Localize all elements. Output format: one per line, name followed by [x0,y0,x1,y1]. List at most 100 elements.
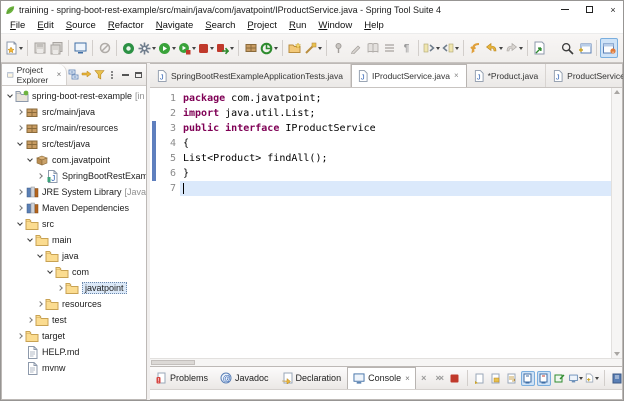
run-button[interactable] [157,38,177,58]
tab-problems[interactable]: ! Problems [150,367,214,389]
stop-dropdown[interactable] [210,46,214,50]
chevron-expanded-icon[interactable] [25,236,35,242]
code-line-1[interactable]: package com.javatpoint; [180,91,611,106]
previous-annotation-button[interactable] [441,38,460,58]
back-history-dropdown[interactable] [499,46,503,50]
tree-item-com-javatpoint-package[interactable]: com.javatpoint [2,152,146,168]
code-line-3[interactable]: public interface IProductService [180,121,611,136]
relaunch-dropdown[interactable] [230,46,234,50]
filter-funnel-button[interactable] [93,68,105,82]
new-wizard-dropdown[interactable] [19,46,23,50]
menu-project[interactable]: Project [241,19,283,32]
forward-history-dropdown[interactable] [519,46,523,50]
show-whitespace-button[interactable]: ¶ [398,38,415,58]
close-view-icon[interactable]: × [57,70,62,79]
stop-button[interactable] [197,38,215,58]
open-console-button[interactable] [72,38,89,58]
chevron-collapsed-icon[interactable] [15,109,25,115]
chevron-collapsed-icon[interactable] [35,301,45,307]
java-perspective-button[interactable] [600,38,618,58]
tree-item-src-main-java[interactable]: src/main/java [2,104,146,120]
debug-dropdown[interactable] [152,46,156,50]
next-annotation-button[interactable] [422,38,441,58]
window-maximize-button[interactable] [584,5,594,15]
chevron-expanded-icon[interactable] [35,252,45,258]
tree-item-help-md[interactable]: HELP.md [2,344,146,360]
open-console-dropdown[interactable] [594,376,599,380]
open-task-wizard-button[interactable] [286,38,303,58]
remove-all-launches-button[interactable]: ×× [432,371,446,386]
chevron-collapsed-icon[interactable] [15,333,25,339]
run-dropdown[interactable] [172,46,176,50]
chevron-collapsed-icon[interactable] [15,189,25,195]
search-icon[interactable] [559,38,576,58]
scrollbar-thumb[interactable] [151,360,195,365]
code-lines[interactable]: package com.javatpoint; import java.util… [180,88,611,358]
chevron-collapsed-icon[interactable] [25,317,35,323]
code-line-7-current[interactable] [180,181,611,196]
tree-item-resources-folder[interactable]: resources [2,296,146,312]
chevron-collapsed-icon[interactable] [15,125,25,131]
tree-item-test-folder[interactable]: test [2,312,146,328]
tab-iproductservice[interactable]: J IProductService.java × [350,64,467,87]
scroll-lock-button[interactable] [489,371,503,386]
tree-item-com-folder[interactable]: com [2,264,146,280]
menu-help[interactable]: Help [358,19,390,32]
tree-item-target-folder[interactable]: target [2,328,146,344]
chevron-expanded-icon[interactable] [25,156,35,162]
save-button[interactable] [31,38,48,58]
tree-item-src-folder[interactable]: src [2,216,146,232]
javadoc-wand-dropdown[interactable] [318,46,322,50]
display-console-button[interactable] [569,371,583,386]
tree-item-test-class[interactable]: J SpringBootRestExampleApplicationTests.… [2,168,146,184]
link-with-editor-button[interactable] [80,68,92,82]
open-type-button[interactable] [531,38,548,58]
chevron-expanded-icon[interactable] [15,220,25,226]
show-whitespace-list-button[interactable] [381,38,398,58]
tab-test-class[interactable]: J SpringBootRestExampleApplicationTests.… [150,64,351,87]
tree-item-src-main-resources[interactable]: src/main/resources [2,120,146,136]
relaunch-button[interactable] [215,38,235,58]
chevron-expanded-icon[interactable] [15,140,25,146]
scroll-up-icon[interactable] [614,90,620,94]
new-wizard-button[interactable] [4,38,24,58]
save-all-button[interactable] [48,38,65,58]
menu-source[interactable]: Source [60,19,102,32]
code-line-2[interactable]: import java.util.List; [180,106,611,121]
profile-button[interactable] [177,38,197,58]
view-menu-icon[interactable] [106,68,118,82]
profile-dropdown[interactable] [192,46,196,50]
problems-view-shortcut[interactable] [610,371,623,386]
chevron-expanded-icon[interactable] [5,92,15,98]
tree-item-maven-dependencies[interactable]: Maven Dependencies [2,200,146,216]
maximize-view-button[interactable] [132,68,144,82]
code-editor[interactable]: 1 2 3 4 5 6 7 package com.javatpoint; im… [150,88,622,358]
chevron-collapsed-icon[interactable] [55,285,65,291]
tree-item-src-test-java[interactable]: src/test/java [2,136,146,152]
mark-occurrences-button[interactable] [347,38,364,58]
menu-run[interactable]: Run [283,19,312,32]
tree-item-java-folder[interactable]: java [2,248,146,264]
forward-history-button[interactable] [504,38,524,58]
tab-console[interactable]: Console × [347,367,416,389]
menu-navigate[interactable]: Navigate [150,19,200,32]
pin-editor-button[interactable] [330,38,347,58]
pin-console-button[interactable] [553,371,567,386]
code-line-6[interactable]: } [180,166,611,181]
tab-product[interactable]: J *Product.java [467,64,547,87]
tree-item-javatpoint-folder[interactable]: javatpoint [2,280,146,296]
tab-javadoc[interactable]: @ Javadoc [214,367,275,389]
chevron-expanded-icon[interactable] [45,268,55,274]
menu-refactor[interactable]: Refactor [102,19,150,32]
remove-launch-button[interactable]: × [416,371,430,386]
scroll-down-icon[interactable] [614,352,620,356]
annotation-ruler[interactable] [150,88,158,358]
window-minimize-button[interactable] [560,5,570,15]
collapse-all-button[interactable] [67,68,79,82]
next-annotation-dropdown[interactable] [436,46,440,50]
coverage-dropdown[interactable] [274,46,278,50]
open-perspective-button[interactable] [576,38,593,58]
terminate-button[interactable] [448,371,462,386]
coverage-button[interactable] [259,38,279,58]
code-line-4[interactable]: { [180,136,611,151]
